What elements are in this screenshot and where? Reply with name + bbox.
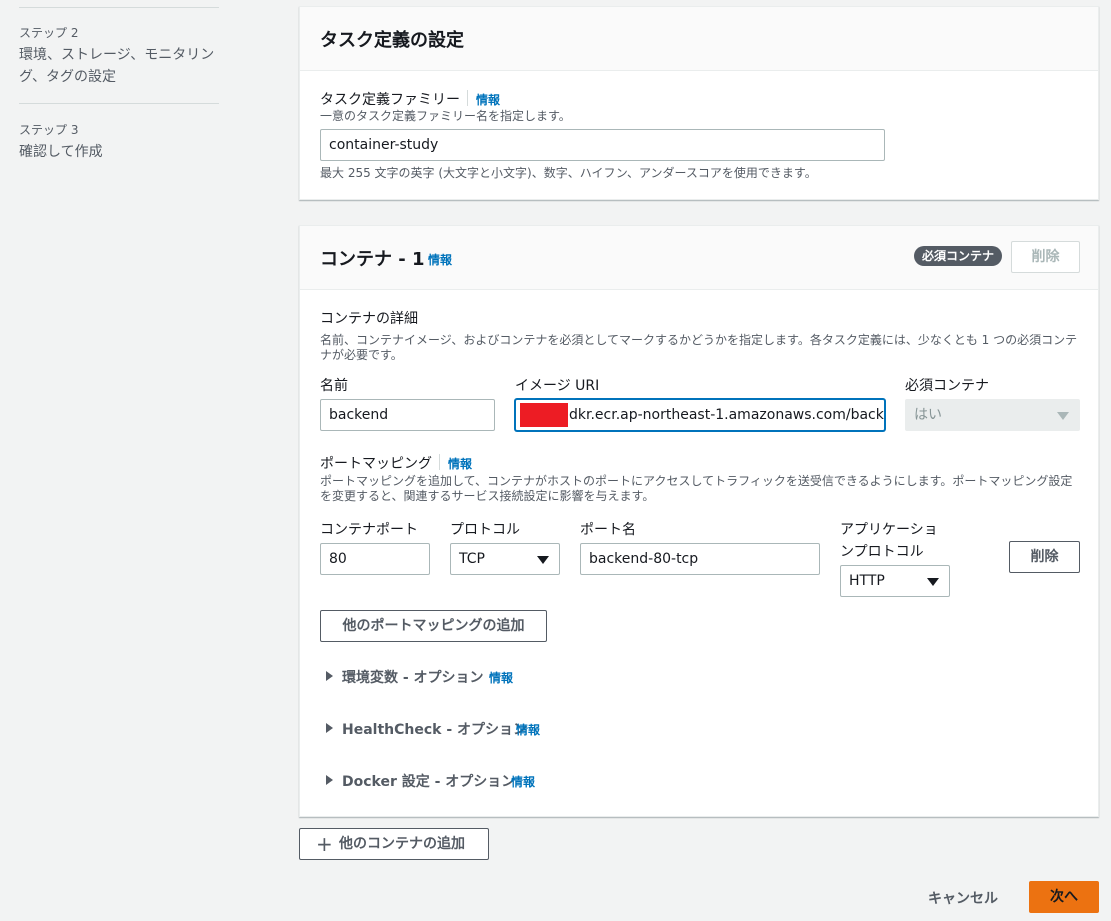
chevron-down-icon: [1057, 412, 1069, 420]
port-mapping-label: ポートマッピング: [320, 456, 432, 472]
step-3-link[interactable]: 確認して作成: [19, 141, 224, 163]
app-protocol-value: HTTP: [849, 573, 885, 589]
chevron-down-icon: [537, 556, 549, 564]
protocol-label: プロトコル: [450, 522, 520, 538]
expander-label: HealthCheck - オプション: [342, 722, 528, 738]
family-input[interactable]: container-study: [320, 129, 885, 161]
next-button[interactable]: 次へ: [1029, 881, 1099, 913]
port-name-input[interactable]: backend-80-tcp: [580, 543, 820, 575]
separator: [467, 90, 468, 106]
details-label: コンテナの詳細: [320, 311, 418, 327]
env-vars-expander[interactable]: 環境変数 - オプション 情報: [326, 667, 566, 687]
container-port-input[interactable]: 80: [320, 543, 430, 575]
expander-label: 環境変数 - オプション: [342, 670, 484, 686]
separator: [439, 454, 440, 470]
app-protocol-label-line1: アプリケーショ: [840, 522, 938, 538]
add-port-mapping-button[interactable]: 他のポートマッピングの追加: [320, 610, 547, 642]
container-title: コンテナ - 1: [320, 249, 425, 270]
step-3-label: ステップ 3: [19, 123, 79, 137]
info-link[interactable]: 情報: [516, 721, 540, 738]
step-2-link[interactable]: 環境、ストレージ、モニタリング、タグの設定: [19, 44, 224, 88]
info-link[interactable]: 情報: [448, 455, 472, 472]
wizard-sidebar: ステップ 2 環境、ストレージ、モニタリング、タグの設定 ステップ 3 確認して…: [0, 0, 240, 921]
remove-port-mapping-button[interactable]: 削除: [1009, 541, 1080, 573]
app-protocol-label-line2: ンプロトコル: [840, 544, 924, 560]
caret-right-icon: [326, 723, 333, 733]
container-panel: コンテナ - 1 情報 必須コンテナ 削除 コンテナの詳細 名前、コンテナイメー…: [299, 225, 1099, 817]
info-link[interactable]: 情報: [511, 773, 535, 790]
essential-badge: 必須コンテナ: [914, 246, 1003, 266]
divider: [19, 7, 219, 8]
docker-settings-expander[interactable]: Docker 設定 - オプション 情報: [326, 771, 566, 791]
expander-label: Docker 設定 - オプション: [342, 774, 516, 790]
essential-label: 必須コンテナ: [905, 378, 989, 394]
family-description: 一意のタスク定義ファミリー名を指定します。: [320, 109, 571, 123]
chevron-down-icon: [927, 578, 939, 586]
image-uri-input[interactable]: dkr.ecr.ap-northeast-1.amazonaws.com/bac…: [515, 399, 885, 431]
add-container-button[interactable]: + 他のコンテナの追加: [299, 828, 489, 860]
task-definition-panel: タスク定義の設定 タスク定義ファミリー 情報 一意のタスク定義ファミリー名を指定…: [299, 6, 1099, 200]
cancel-button[interactable]: キャンセル: [928, 888, 998, 908]
image-uri-value: dkr.ecr.ap-northeast-1.amazonaws.com/bac…: [569, 407, 885, 423]
panel-title: タスク定義の設定: [320, 30, 464, 51]
image-uri-label: イメージ URI: [515, 378, 600, 394]
info-link[interactable]: 情報: [428, 251, 452, 268]
panel-header: タスク定義の設定: [300, 7, 1098, 71]
info-link[interactable]: 情報: [489, 669, 513, 686]
info-link[interactable]: 情報: [476, 91, 500, 108]
container-port-label: コンテナポート: [320, 522, 418, 538]
panel-header: コンテナ - 1 情報 必須コンテナ 削除: [300, 226, 1098, 290]
remove-container-button[interactable]: 削除: [1011, 241, 1080, 273]
name-input[interactable]: backend: [320, 399, 495, 431]
details-description: 名前、コンテナイメージ、およびコンテナを必須としてマークするかどうかを指定します…: [320, 333, 1078, 362]
add-container-label: 他のコンテナの追加: [339, 836, 465, 852]
divider: [19, 103, 219, 104]
name-label: 名前: [320, 378, 348, 394]
caret-right-icon: [326, 775, 333, 785]
healthcheck-expander[interactable]: HealthCheck - オプション 情報: [326, 719, 566, 739]
redacted-region: [520, 403, 568, 427]
protocol-select[interactable]: TCP: [450, 543, 560, 575]
step-2-label: ステップ 2: [19, 26, 79, 40]
protocol-value: TCP: [459, 551, 485, 567]
family-hint: 最大 255 文字の英字 (大文字と小文字)、数字、ハイフン、アンダースコアを使…: [320, 166, 817, 180]
port-mapping-description: ポートマッピングを追加して、コンテナがホストのポートにアクセスしてトラフィックを…: [320, 474, 1073, 503]
essential-select: はい: [905, 399, 1080, 431]
plus-icon: +: [316, 832, 333, 856]
port-name-label: ポート名: [580, 522, 636, 538]
caret-right-icon: [326, 671, 333, 681]
essential-value: はい: [914, 407, 942, 423]
app-protocol-select[interactable]: HTTP: [840, 565, 950, 597]
family-label: タスク定義ファミリー: [320, 92, 460, 108]
